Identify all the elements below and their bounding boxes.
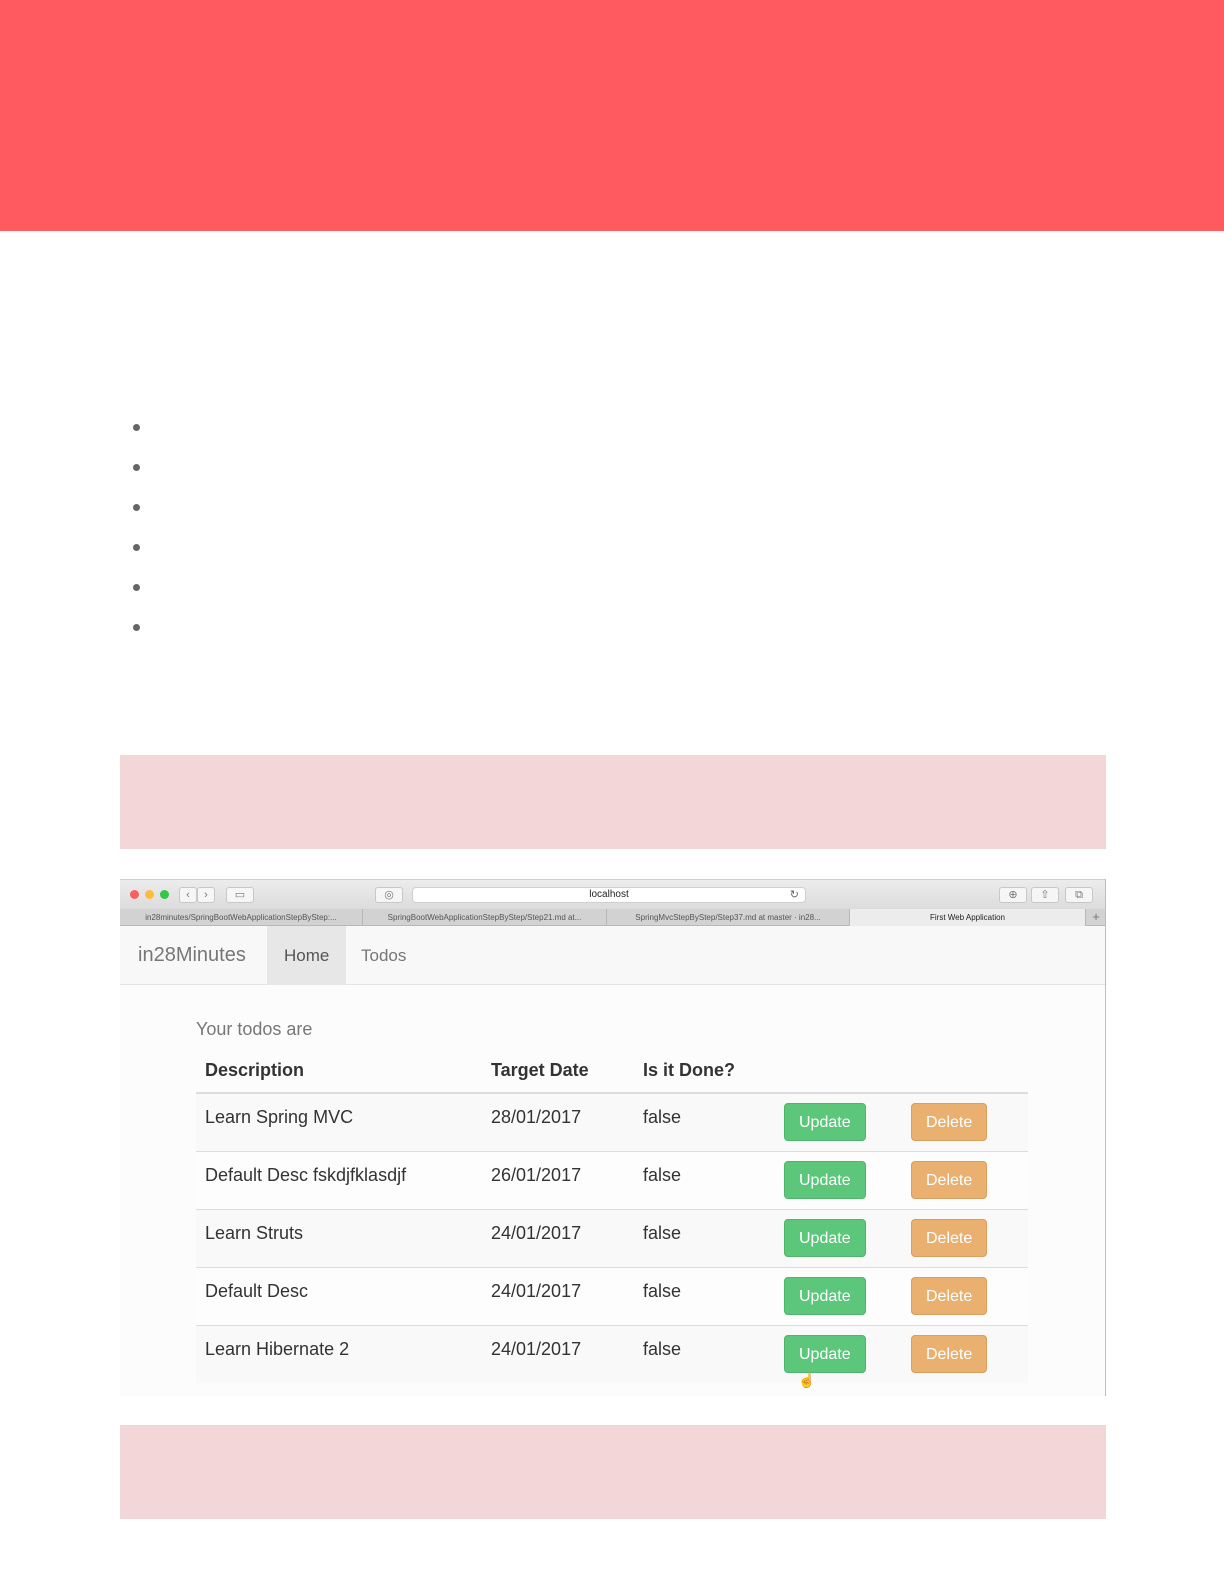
column-header-target-date: Target Date [482, 1049, 634, 1094]
browser-tab-active[interactable]: First Web Application [850, 909, 1086, 926]
privacy-icon[interactable]: ◎ [375, 887, 403, 903]
todo-description: Learn Hibernate 2 [196, 1324, 482, 1383]
table-row: Default Desc fskdjfklasdjf 26/01/2017 fa… [196, 1150, 1028, 1209]
browser-screenshot: ‹ › ▭ ◎ localhost ↻ ⊕ ⇧ ⧉ in28minutes/Sp… [120, 879, 1106, 1396]
address-text: localhost [589, 889, 629, 900]
list-item [120, 450, 1100, 490]
delete-button[interactable]: Delete [911, 1334, 988, 1373]
todo-target-date: 24/01/2017 [482, 1208, 634, 1267]
bullet-list [120, 410, 1100, 650]
update-button[interactable]: Update [784, 1334, 866, 1373]
column-header-description: Description [196, 1049, 482, 1094]
todo-target-date: 24/01/2017 [482, 1324, 634, 1383]
todo-table: Description Target Date Is it Done? Lear… [196, 1049, 1028, 1383]
page: ‹ › ▭ ◎ localhost ↻ ⊕ ⇧ ⧉ in28minutes/Sp… [0, 0, 1224, 1584]
browser-tab[interactable]: SpringBootWebApplicationStepByStep/Step2… [363, 909, 607, 926]
browser-tab[interactable]: SpringMvcStepByStep/Step37.md at master … [607, 909, 850, 926]
table-row: Default Desc 24/01/2017 false Update Del… [196, 1266, 1028, 1325]
nav-home[interactable]: Home [267, 926, 347, 985]
app-navbar: in28Minutes Home Todos [120, 926, 1105, 985]
browser-tab[interactable]: in28minutes/SpringBootWebApplicationStep… [120, 909, 363, 926]
share-icon[interactable]: ⇧ [1031, 887, 1059, 903]
column-header-done: Is it Done? [634, 1049, 775, 1094]
update-button[interactable]: Update [784, 1218, 866, 1257]
todo-target-date: 24/01/2017 [482, 1266, 634, 1325]
list-item [120, 610, 1100, 650]
list-item [120, 490, 1100, 530]
sidebar-icon[interactable]: ▭ [226, 887, 254, 903]
chevron-right-icon[interactable]: › [197, 887, 215, 903]
nav-todos[interactable]: Todos [344, 926, 423, 985]
close-window-icon[interactable] [130, 890, 139, 899]
todo-description: Learn Spring MVC [196, 1093, 482, 1151]
column-header-delete [902, 1049, 1028, 1094]
top-banner [0, 0, 1224, 231]
minimize-window-icon[interactable] [145, 890, 154, 899]
delete-button[interactable]: Delete [911, 1103, 988, 1141]
list-item [120, 570, 1100, 610]
delete-button[interactable]: Delete [911, 1276, 988, 1315]
list-item [120, 530, 1100, 570]
callout-box [120, 755, 1106, 849]
update-button[interactable]: Update [784, 1160, 866, 1199]
hand-cursor-icon: ☝ [798, 1372, 816, 1388]
reload-icon[interactable]: ↻ [790, 888, 799, 902]
delete-button[interactable]: Delete [911, 1218, 988, 1257]
download-icon[interactable]: ⊕ [999, 887, 1027, 903]
todo-description: Default Desc fskdjfklasdjf [196, 1150, 482, 1209]
tabs-overview-icon[interactable]: ⧉ [1065, 887, 1093, 903]
column-header-update [775, 1049, 902, 1094]
address-bar[interactable]: localhost ↻ [412, 887, 806, 903]
browser-tab-bar: in28minutes/SpringBootWebApplicationStep… [120, 909, 1105, 926]
todo-done: false [634, 1093, 775, 1151]
todo-done: false [634, 1150, 775, 1209]
todo-done: false [634, 1324, 775, 1383]
todo-description: Learn Struts [196, 1208, 482, 1267]
brand-link[interactable]: in28Minutes [138, 944, 246, 967]
todo-target-date: 26/01/2017 [482, 1150, 634, 1209]
table-header-row: Description Target Date Is it Done? [196, 1049, 1028, 1094]
table-row: Learn Hibernate 2 24/01/2017 false Updat… [196, 1324, 1028, 1383]
delete-button[interactable]: Delete [911, 1160, 988, 1199]
todo-description: Default Desc [196, 1266, 482, 1325]
list-item [120, 410, 1100, 450]
zoom-window-icon[interactable] [160, 890, 169, 899]
todo-done: false [634, 1266, 775, 1325]
table-row: Learn Struts 24/01/2017 false Update Del… [196, 1208, 1028, 1267]
browser-toolbar: ‹ › ▭ ◎ localhost ↻ ⊕ ⇧ ⧉ [120, 879, 1105, 909]
todo-done: false [634, 1208, 775, 1267]
todo-target-date: 28/01/2017 [482, 1093, 634, 1151]
page-heading: Your todos are [196, 1019, 313, 1039]
update-button[interactable]: Update [784, 1276, 866, 1315]
new-tab-icon[interactable]: + [1086, 909, 1105, 926]
callout-box [120, 1425, 1106, 1519]
chevron-left-icon[interactable]: ‹ [179, 887, 197, 903]
table-row: Learn Spring MVC 28/01/2017 false Update… [196, 1093, 1028, 1151]
update-button[interactable]: Update [784, 1103, 866, 1141]
